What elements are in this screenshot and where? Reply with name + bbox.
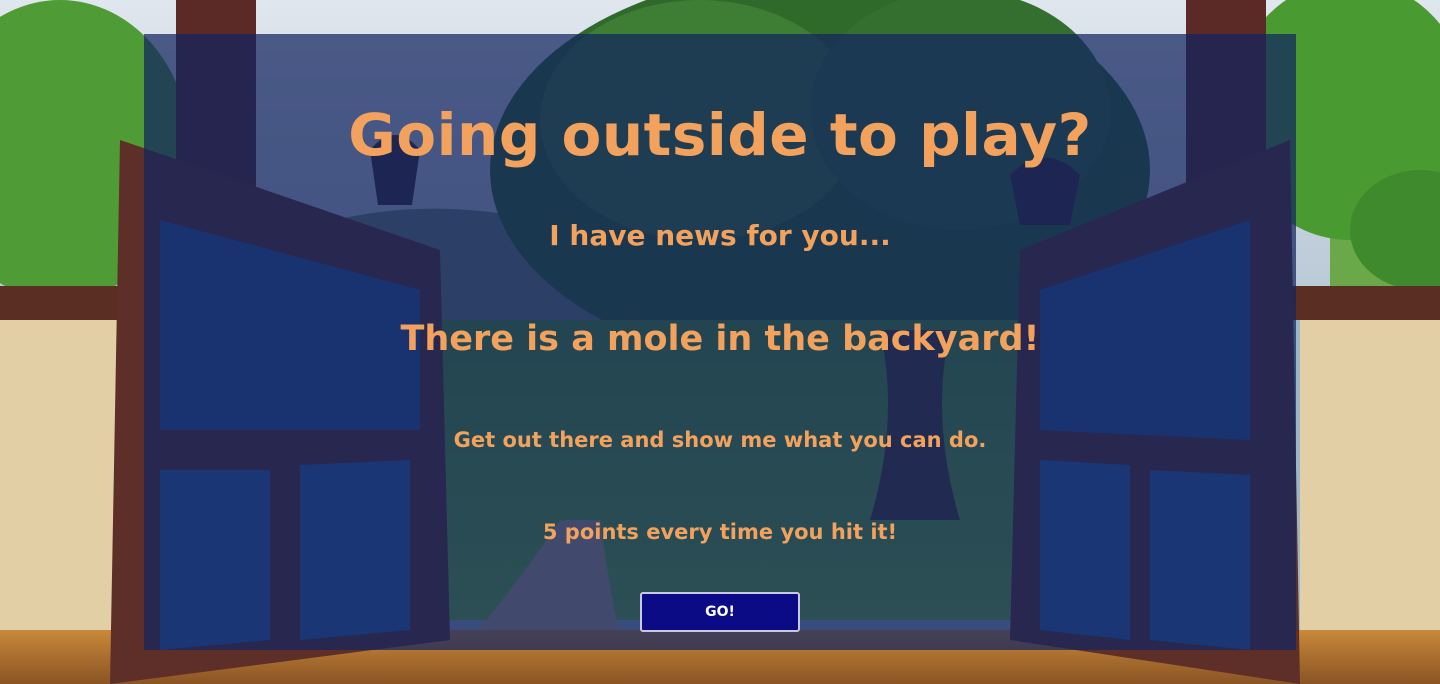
points-text: 5 points every time you hit it! [542, 520, 898, 544]
intro-panel: Going outside to play? I have news for y… [144, 34, 1296, 650]
intro-title: Going outside to play? [348, 101, 1092, 169]
news-text: I have news for you... [549, 219, 891, 252]
mole-announcement: There is a mole in the backyard! [400, 319, 1040, 359]
go-button[interactable]: GO! [640, 592, 800, 632]
challenge-text: Get out there and show me what you can d… [453, 428, 987, 452]
